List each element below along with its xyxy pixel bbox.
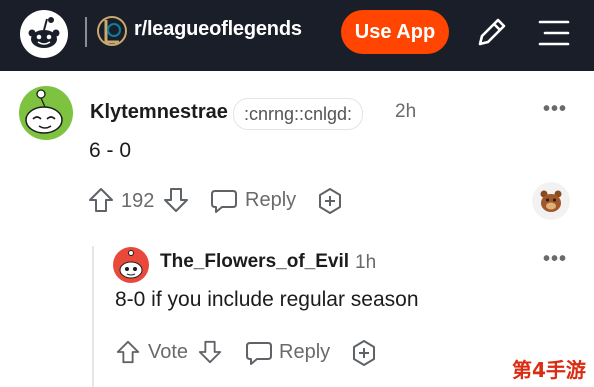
pencil-icon[interactable] <box>472 14 510 52</box>
reply-button[interactable]: Reply <box>245 189 296 212</box>
reply-author[interactable]: The_Flowers_of_Evil <box>160 251 349 273</box>
reply-more-options[interactable]: ••• <box>543 248 567 271</box>
downvote-icon[interactable] <box>162 186 190 214</box>
thread-line[interactable] <box>92 246 94 387</box>
comment-more-options[interactable]: ••• <box>543 98 567 121</box>
watermark: 第4手游 <box>512 358 586 382</box>
subreddit-name[interactable]: r/leagueoflegends <box>134 18 302 41</box>
league-of-legends-icon[interactable] <box>97 14 127 48</box>
award-plus-icon[interactable] <box>316 187 344 215</box>
reply-downvote-icon[interactable] <box>197 339 223 365</box>
award-icon <box>540 190 562 212</box>
menu-icon[interactable] <box>536 16 572 50</box>
reply-award-plus-icon[interactable] <box>350 339 378 367</box>
reply-upvote-icon[interactable] <box>115 339 141 365</box>
reply-timestamp: 1h <box>355 252 377 273</box>
reply-reply-bubble-icon[interactable] <box>245 339 273 367</box>
reply-body: 8-0 if you include regular season <box>115 288 419 311</box>
reply-vote-label: Vote <box>148 341 189 363</box>
use-app-button[interactable]: Use App <box>341 10 449 54</box>
reply-avatar[interactable] <box>113 247 149 283</box>
reply-reply-button[interactable]: Reply <box>279 341 330 364</box>
comment-author[interactable]: Klytemnestrae <box>90 101 228 124</box>
reply-bubble-icon[interactable] <box>210 187 238 215</box>
header-divider <box>85 17 87 47</box>
award-badge[interactable] <box>532 182 570 220</box>
comment-timestamp: 2h <box>395 101 417 122</box>
avatar[interactable] <box>19 86 73 140</box>
user-flair: :cnrng::cnlgd: <box>233 98 364 130</box>
upvote-icon[interactable] <box>87 186 115 214</box>
vote-score: 192 <box>121 190 155 212</box>
reddit-logo-icon[interactable] <box>20 10 68 58</box>
top-bar: r/leagueoflegends Use App <box>0 0 594 71</box>
comment-body: 6 - 0 <box>89 139 132 162</box>
